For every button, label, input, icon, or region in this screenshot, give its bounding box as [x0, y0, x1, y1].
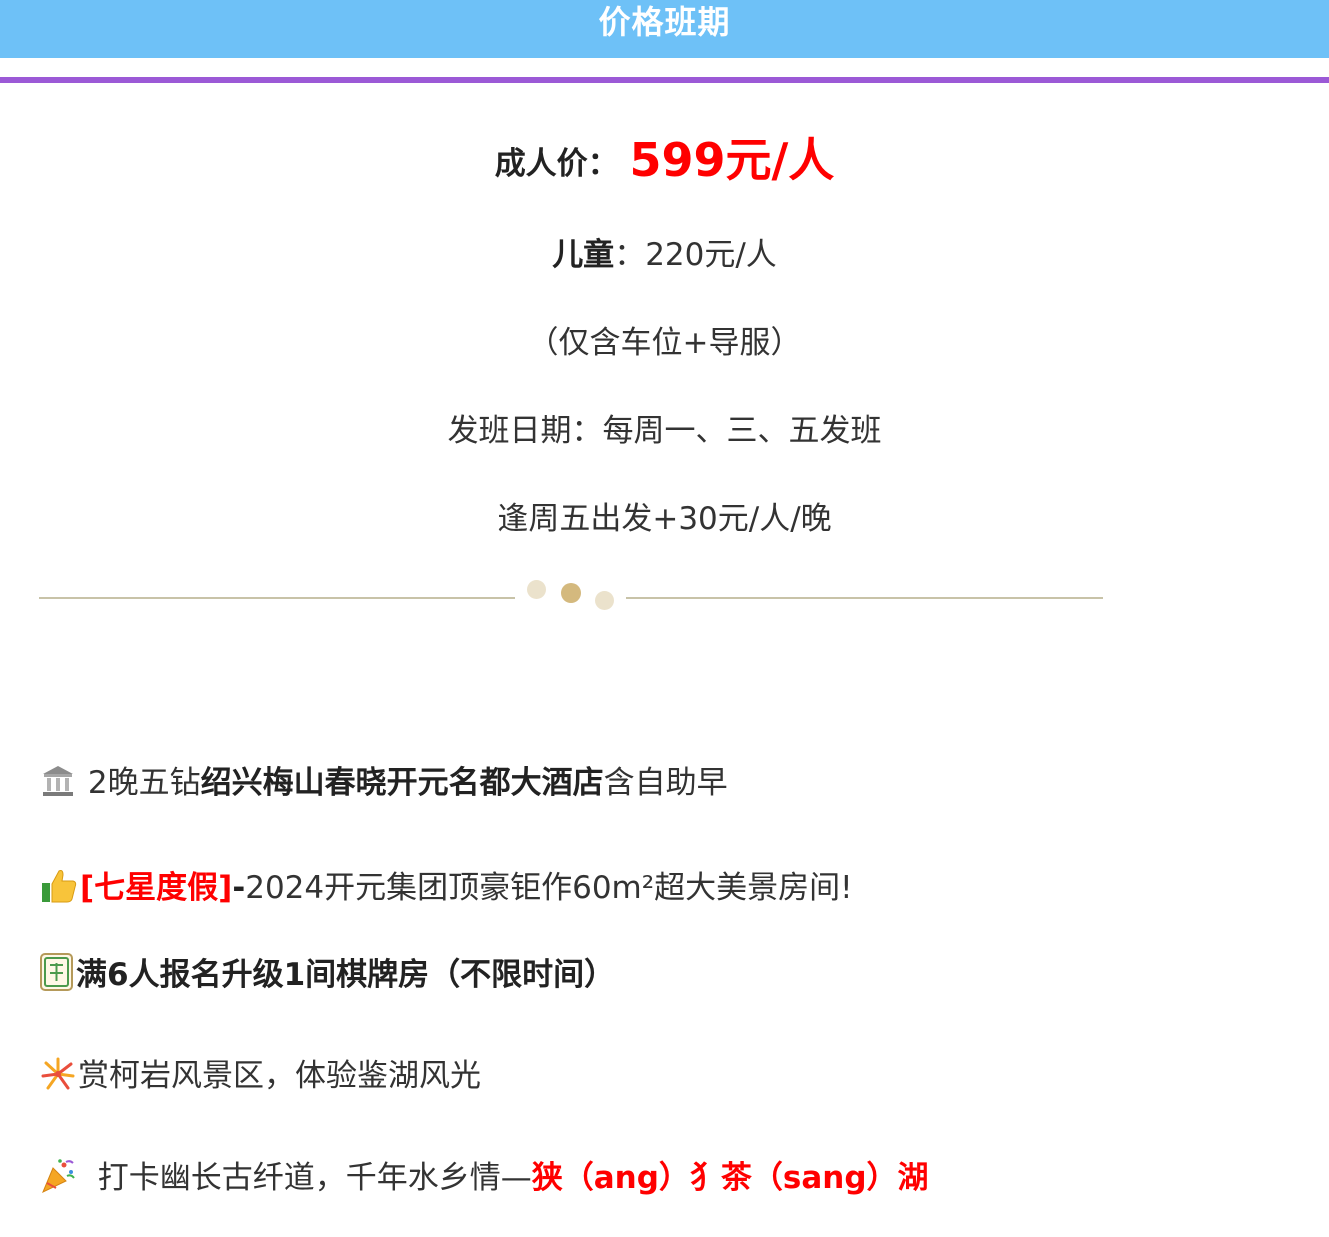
- mahjong-text: 满6人报名升级1间棋牌房（不限时间）: [76, 957, 616, 993]
- divider-line-right: [626, 597, 1103, 599]
- departure-dates: 发班日期：每周一、三、五发班: [447, 413, 882, 449]
- trail-highlight: 狭（ang）犭茶（sang）湖: [531, 1160, 929, 1196]
- child-price-separator: ：: [614, 237, 646, 273]
- seven-star-tag: [七星度假]: [80, 870, 233, 906]
- feature-trail: 打卡幽长古纤道，千年水乡情—狭（ang）犭茶（sang）湖: [40, 1158, 929, 1204]
- fireworks-icon: [40, 1056, 76, 1102]
- feature-scenic: 赏柯岩风景区，体验鉴湖风光: [40, 1056, 481, 1102]
- party-popper-icon: [40, 1158, 76, 1204]
- hotel-prefix: 2晚五钻: [78, 765, 201, 801]
- feature-mahjong: 满6人报名升级1间棋牌房（不限时间）: [40, 953, 615, 1001]
- trail-text: 打卡幽长古纤道，千年水乡情—: [78, 1160, 532, 1196]
- divider-dot: [561, 583, 581, 603]
- scenic-text: 赏柯岩风景区，体验鉴湖风光: [78, 1058, 481, 1094]
- hotel-suffix: 含自助早: [603, 765, 728, 801]
- child-price-label: 儿童: [552, 237, 615, 273]
- purple-divider: [0, 77, 1329, 83]
- divider-line-left: [39, 597, 515, 599]
- seven-star-dash: -: [232, 870, 246, 906]
- adult-price-line: 成人价： 599元/人: [0, 137, 1329, 184]
- divider-dot: [527, 580, 546, 599]
- mahjong-tile-icon: [40, 953, 74, 1001]
- feature-hotel: 2晚五钻绍兴梅山春晓开元名都大酒店含自助早: [40, 763, 728, 809]
- section-title: 价格班期: [598, 3, 731, 41]
- adult-price-value: 599元/人: [629, 133, 835, 187]
- section-header: 价格班期: [0, 0, 1329, 58]
- thumbs-up-icon: [40, 866, 78, 914]
- child-price-line: 儿童：220元/人: [0, 235, 1329, 275]
- hotel-name: 绍兴梅山春晓开元名都大酒店: [200, 765, 604, 801]
- bank-icon: [40, 763, 76, 809]
- feature-seven-star: [七星度假]-2024开元集团顶豪钜作60m²超大美景房间!: [40, 866, 853, 914]
- child-price-value: 220元/人: [645, 237, 777, 273]
- seven-star-text: 2024开元集团顶豪钜作60m²超大美景房间!: [245, 870, 853, 906]
- adult-price-label: 成人价：: [494, 146, 619, 182]
- divider-dot: [595, 591, 614, 610]
- price-note: （仅含车位+导服）: [527, 325, 802, 361]
- friday-surcharge: 逢周五出发+30元/人/晚: [497, 501, 832, 537]
